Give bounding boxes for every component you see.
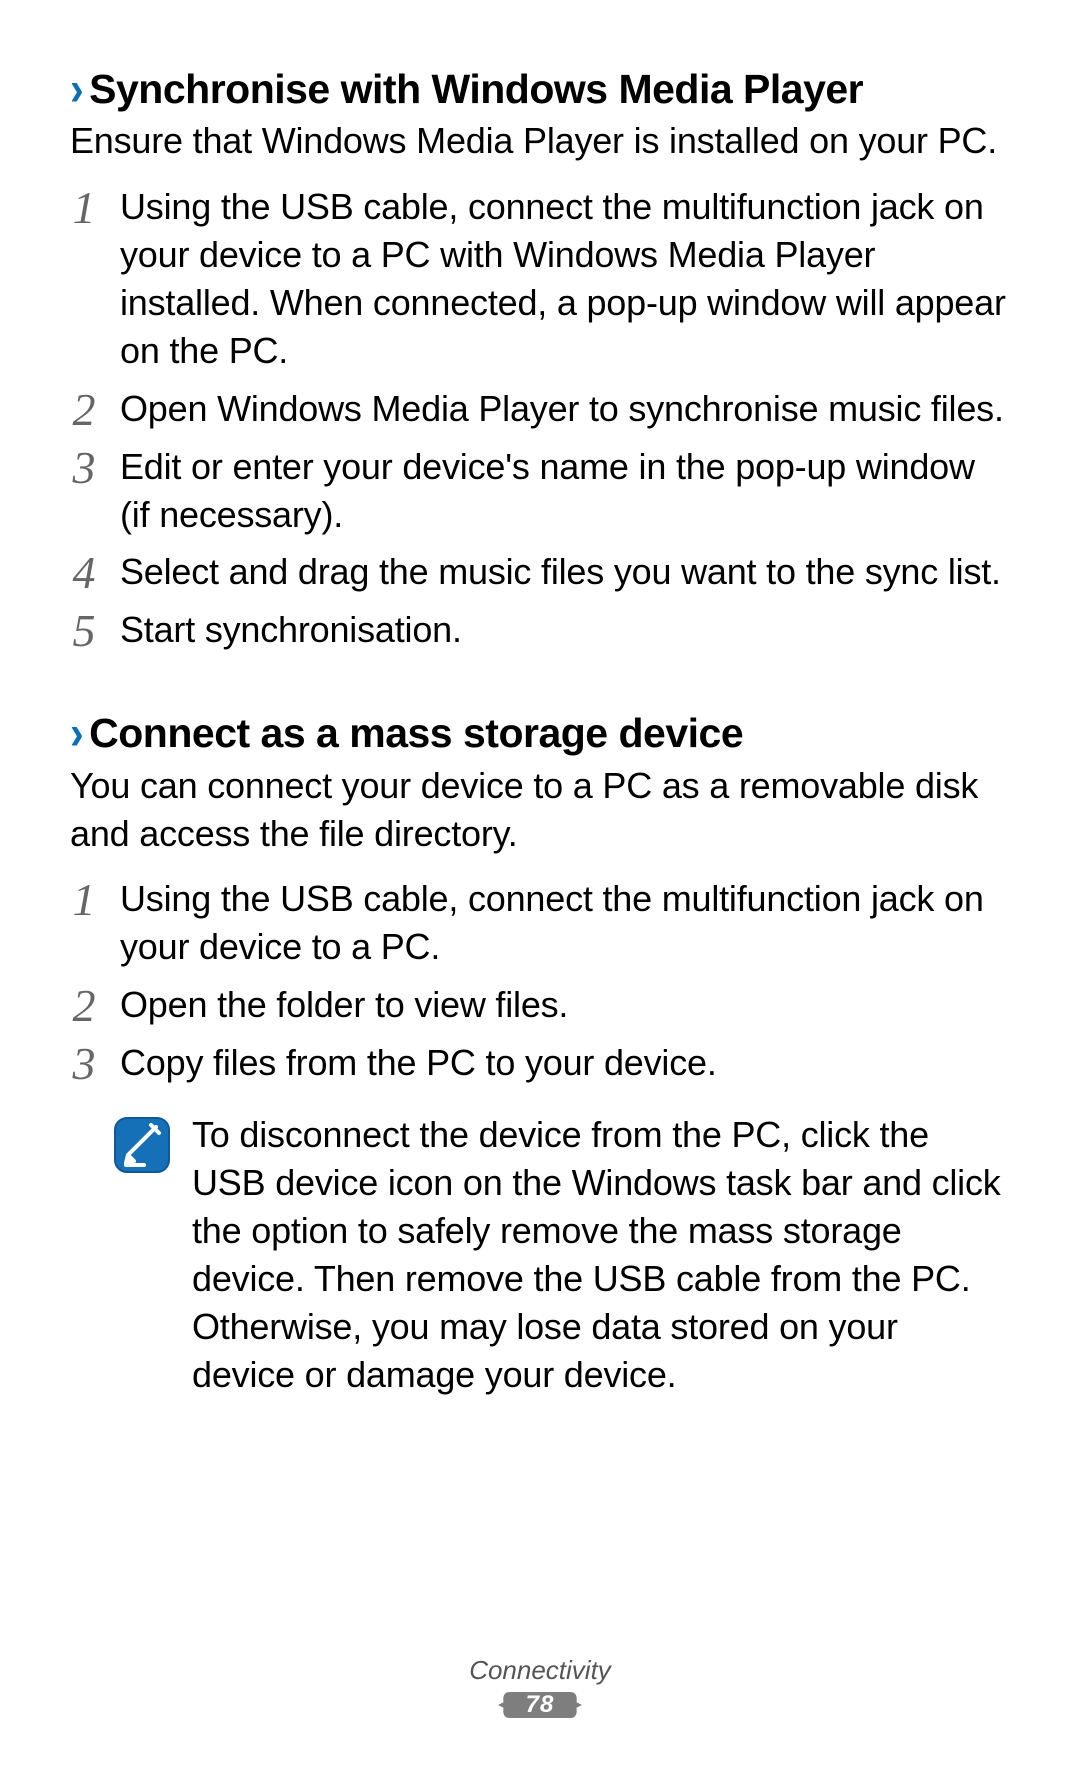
step-text: Open the folder to view files.	[120, 981, 568, 1029]
note-text: To disconnect the device from the PC, cl…	[192, 1111, 1010, 1398]
page-number: 78	[498, 1688, 582, 1722]
footer-category: Connectivity	[0, 1655, 1080, 1686]
section1-intro: Ensure that Windows Media Player is inst…	[70, 117, 1010, 165]
step-number: 2	[70, 387, 98, 433]
step-item: 5 Start synchronisation.	[70, 606, 1010, 654]
section1-title-text: Synchronise with Windows Media Player	[89, 66, 863, 112]
step-text: Start synchronisation.	[120, 606, 462, 654]
step-number: 3	[70, 1041, 98, 1087]
step-item: 4 Select and drag the music files you wa…	[70, 548, 1010, 596]
step-number: 2	[70, 983, 98, 1029]
step-number: 4	[70, 550, 98, 596]
section2-title-text: Connect as a mass storage device	[89, 710, 743, 756]
step-item: 2 Open the folder to view files.	[70, 981, 1010, 1029]
step-number: 5	[70, 608, 98, 654]
note-block: To disconnect the device from the PC, cl…	[114, 1111, 1010, 1398]
section1-title: ›Synchronise with Windows Media Player	[70, 64, 1010, 115]
step-text: Copy files from the PC to your device.	[120, 1039, 717, 1087]
step-item: 3 Edit or enter your device's name in th…	[70, 443, 1010, 539]
step-text: Edit or enter your device's name in the …	[120, 443, 1010, 539]
step-item: 2 Open Windows Media Player to synchroni…	[70, 385, 1010, 433]
section2-intro: You can connect your device to a PC as a…	[70, 762, 1010, 858]
page-footer: Connectivity 78	[0, 1655, 1080, 1727]
step-item: 3 Copy files from the PC to your device.	[70, 1039, 1010, 1087]
chevron-icon: ›	[70, 60, 83, 119]
section1-steps: 1 Using the USB cable, connect the multi…	[70, 183, 1010, 654]
note-icon	[114, 1117, 170, 1173]
step-item: 1 Using the USB cable, connect the multi…	[70, 875, 1010, 971]
step-number: 1	[70, 185, 98, 231]
step-number: 3	[70, 445, 98, 491]
step-text: Select and drag the music files you want…	[120, 548, 1001, 596]
step-text: Using the USB cable, connect the multifu…	[120, 183, 1010, 375]
step-text: Using the USB cable, connect the multifu…	[120, 875, 1010, 971]
step-number: 1	[70, 877, 98, 923]
step-text: Open Windows Media Player to synchronise…	[120, 385, 1004, 433]
section2-title: ›Connect as a mass storage device	[70, 708, 1010, 759]
chevron-icon: ›	[70, 705, 83, 764]
page: ›Synchronise with Windows Media Player E…	[0, 0, 1080, 1771]
page-number-badge: 78	[498, 1688, 582, 1727]
step-item: 1 Using the USB cable, connect the multi…	[70, 183, 1010, 375]
section2-steps: 1 Using the USB cable, connect the multi…	[70, 875, 1010, 1087]
